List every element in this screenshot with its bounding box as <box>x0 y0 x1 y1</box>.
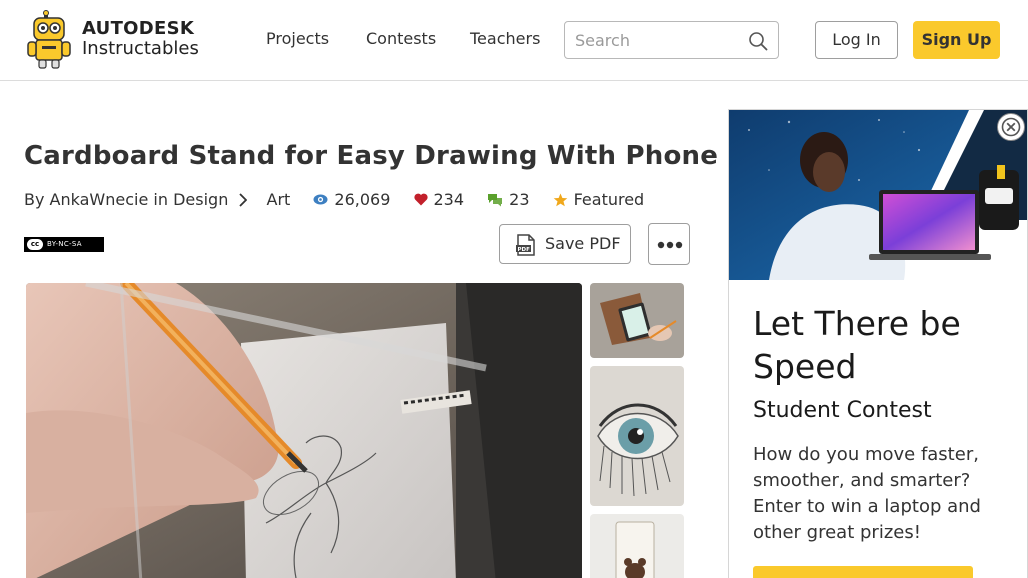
contest-ad[interactable]: Let There be Speed Student Contest How d… <box>728 109 1028 578</box>
robot-logo-icon <box>27 10 71 69</box>
ad-image <box>729 110 1027 280</box>
nav-teachers[interactable]: Teachers <box>470 29 540 49</box>
ad-subtitle: Student Contest <box>753 398 932 423</box>
project-meta: By AnkaWnecie in Design Art 26,069 234 2… <box>24 188 644 210</box>
author-link[interactable]: AnkaWnecie <box>50 189 149 211</box>
favorites-count: 234 <box>433 189 465 209</box>
thumbnail-1[interactable] <box>590 283 684 358</box>
views-stat: 26,069 <box>313 188 390 211</box>
cc-icon: cc <box>27 239 43 250</box>
ad-body: How do you move faster, smoother, and sm… <box>753 444 981 543</box>
eye-icon <box>313 194 328 205</box>
site-logo[interactable]: AUTODESK Instructables <box>26 10 206 70</box>
thumbnail-2-image <box>590 366 684 506</box>
thumbnail-1-image <box>590 283 684 358</box>
save-pdf-label: Save PDF <box>545 234 621 253</box>
star-icon <box>553 193 567 207</box>
featured-label: Featured <box>573 189 645 209</box>
thumbnail-3-image <box>590 514 684 578</box>
favorites-stat: 234 <box>413 188 465 211</box>
more-dots-icon <box>657 241 683 249</box>
search-input[interactable] <box>575 30 740 50</box>
license-text: BY-NC-SA <box>47 240 82 248</box>
pdf-icon: PDF <box>516 234 535 256</box>
thumbnail-3[interactable] <box>590 514 684 578</box>
ad-cta-button[interactable] <box>753 566 973 578</box>
main-project-image[interactable] <box>26 283 582 578</box>
thumbnail-2[interactable] <box>590 366 684 506</box>
main-image-drawing <box>26 283 582 578</box>
ad-title: Let There be Speed <box>753 304 961 386</box>
more-options-button[interactable] <box>648 223 690 265</box>
comments-count: 23 <box>509 189 530 209</box>
svg-text:PDF: PDF <box>518 247 531 253</box>
search-box <box>564 21 779 59</box>
ad-close-button[interactable] <box>997 113 1025 141</box>
nav-projects[interactable]: Projects <box>266 29 329 49</box>
signup-button[interactable]: Sign Up <box>913 21 1000 59</box>
views-count: 26,069 <box>334 189 391 209</box>
logo-wordmark: AUTODESK Instructables <box>82 19 199 59</box>
comments-stat: 23 <box>487 188 530 211</box>
search-icon[interactable] <box>748 31 768 51</box>
category-prefix: in <box>153 189 168 209</box>
close-icon <box>1001 117 1021 137</box>
save-pdf-button[interactable]: PDF Save PDF <box>499 224 631 264</box>
license-badge[interactable]: cc BY-NC-SA <box>24 237 104 252</box>
chevron-right-icon <box>239 189 253 211</box>
heart-icon <box>413 193 428 206</box>
featured-badge: Featured <box>553 188 645 211</box>
project-title: Cardboard Stand for Easy Drawing With Ph… <box>24 141 719 171</box>
author-prefix: By <box>24 189 45 209</box>
login-button[interactable]: Log In <box>815 21 898 59</box>
site-header: AUTODESK Instructables Projects Contests… <box>0 0 1028 81</box>
subcategory-link[interactable]: Art <box>267 189 291 211</box>
nav-contests[interactable]: Contests <box>366 29 436 49</box>
logo-instructables-text: Instructables <box>82 38 199 59</box>
logo-autodesk-text: AUTODESK <box>82 18 195 39</box>
comment-icon <box>488 193 503 207</box>
category-link[interactable]: Design <box>173 189 228 211</box>
